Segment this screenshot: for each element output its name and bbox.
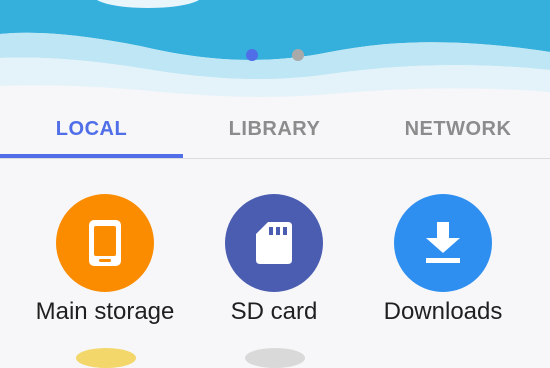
page-indicator (0, 49, 550, 63)
main-storage-label: Main storage (35, 298, 175, 325)
downloads-item[interactable]: Downloads (353, 194, 533, 334)
tablet-icon (89, 220, 121, 266)
download-icon (426, 222, 460, 263)
main-storage-item[interactable]: Main storage (15, 194, 195, 334)
page-dot-active[interactable] (246, 49, 258, 61)
sd-card-item[interactable]: SD card (184, 194, 364, 334)
tab-divider (0, 158, 550, 159)
tab-bar: LOCAL LIBRARY NETWORK (0, 100, 550, 160)
next-row-item-peek[interactable] (76, 348, 136, 368)
downloads-icon-circle (394, 194, 492, 292)
tab-local[interactable]: LOCAL (0, 100, 183, 158)
sd-card-icon-circle (225, 194, 323, 292)
sd-card-icon (256, 222, 292, 264)
tab-network[interactable]: NETWORK (366, 100, 550, 158)
main-storage-icon-circle (56, 194, 154, 292)
page-dot[interactable] (292, 49, 304, 61)
downloads-label: Downloads (383, 298, 503, 325)
tab-library[interactable]: LIBRARY (183, 100, 366, 158)
sd-card-label: SD card (230, 298, 318, 325)
next-row-item-peek[interactable] (245, 348, 305, 368)
